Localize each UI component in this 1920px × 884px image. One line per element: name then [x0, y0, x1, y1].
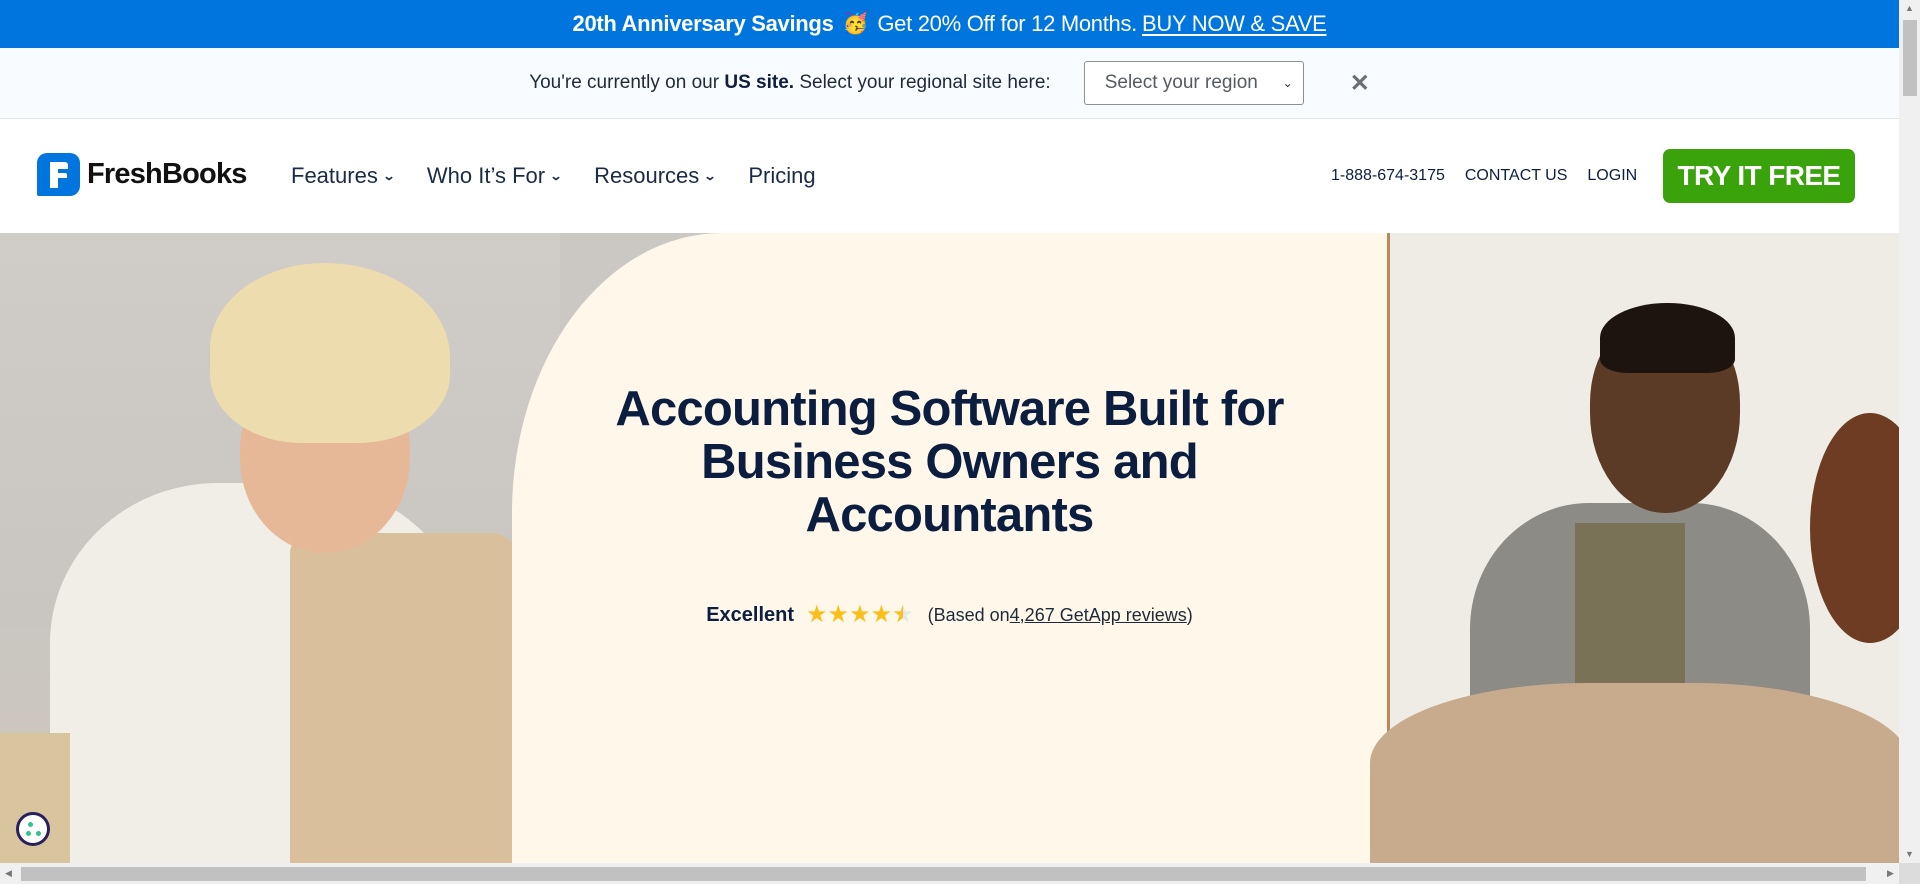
vertical-scroll-thumb[interactable]: [1903, 20, 1917, 96]
page-viewport: 20th Anniversary Savings 🥳 Get 20% Off f…: [0, 0, 1899, 863]
hero-photo-woman: [0, 233, 560, 863]
region-prefix: You're currently on our: [529, 72, 720, 93]
review-prefix: (Based on: [927, 604, 1010, 625]
horizontal-scroll-thumb[interactable]: [21, 867, 1866, 881]
nav-item-label: Resources: [594, 163, 700, 188]
contact-us-link[interactable]: CONTACT US: [1465, 167, 1568, 185]
region-select[interactable]: Select your region ⌄: [1083, 61, 1304, 105]
scrollbar-corner: [1899, 863, 1920, 884]
vertical-scrollbar[interactable]: ▲ ▼: [1899, 0, 1920, 863]
hero-section: Accounting Software Built for Business O…: [0, 233, 1899, 863]
nav-item-who-its-for[interactable]: Who It’s For ⌄: [426, 163, 563, 189]
hero-photo-team: [1370, 233, 1899, 863]
phone-link[interactable]: 1-888-674-3175: [1331, 167, 1445, 185]
chevron-down-icon: ⌄: [549, 169, 563, 183]
party-face-icon: 🥳: [842, 12, 869, 35]
scroll-down-arrow-icon[interactable]: ▼: [1899, 846, 1920, 863]
login-link[interactable]: LOGIN: [1587, 167, 1637, 185]
region-current-site: US site.: [724, 72, 795, 93]
review-suffix: ): [1186, 604, 1193, 625]
close-icon[interactable]: ✕: [1350, 69, 1370, 98]
star-icon: ★: [849, 601, 871, 628]
scroll-up-arrow-icon[interactable]: ▲: [1899, 0, 1920, 17]
nav-item-pricing[interactable]: Pricing: [748, 163, 815, 189]
region-suffix: Select your regional site here:: [799, 72, 1051, 93]
promo-headline: 20th Anniversary Savings: [572, 11, 834, 36]
chevron-down-icon: ⌄: [1282, 76, 1293, 90]
scroll-right-arrow-icon[interactable]: ▶: [1882, 863, 1899, 884]
headline-line: Accountants: [805, 488, 1095, 542]
chevron-down-icon: ⌄: [382, 169, 396, 183]
nav-right-links: 1-888-674-3175 CONTACT US LOGIN: [1331, 119, 1657, 233]
scroll-left-arrow-icon[interactable]: ◀: [0, 863, 17, 884]
nav-item-label: Features: [291, 163, 378, 188]
rating-stars: ★★★★★★: [806, 603, 914, 627]
brand-name: FreshBooks: [87, 158, 247, 190]
nav-item-label: Pricing: [748, 163, 816, 188]
hero-headline: Accounting Software Built for Business O…: [512, 383, 1387, 542]
hero-panel: [512, 233, 1387, 863]
nav-item-resources[interactable]: Resources ⌄: [594, 163, 717, 189]
chevron-down-icon: ⌄: [703, 169, 717, 183]
region-message: You're currently on our US site. Select …: [529, 72, 1051, 94]
cookie-settings-icon[interactable]: [16, 812, 50, 846]
promo-offer: Get 20% Off for 12 Months.: [877, 11, 1137, 36]
nav-item-label: Who It’s For: [426, 163, 546, 188]
region-bar: You're currently on our US site. Select …: [0, 48, 1899, 119]
getapp-reviews-link[interactable]: 4,267 GetApp reviews: [1010, 605, 1187, 626]
nav-item-features[interactable]: Features ⌄: [291, 163, 396, 189]
star-icon: ★: [870, 601, 893, 628]
headline-line: Business Owners and: [701, 435, 1199, 489]
buy-now-link[interactable]: BUY NOW & SAVE: [1142, 11, 1327, 37]
freshbooks-logo[interactable]: FreshBooks: [37, 153, 247, 196]
main-nav: FreshBooks Features ⌄ Who It’s For ⌄ Res…: [0, 119, 1899, 234]
headline-line: Accounting Software Built for: [615, 382, 1284, 436]
rating-row: Excellent ★★★★★★ (Based on 4,267 GetApp …: [512, 603, 1387, 627]
nav-menu: Features ⌄ Who It’s For ⌄ Resources ⌄ Pr…: [291, 119, 849, 233]
star-icon: ★★: [892, 601, 914, 628]
try-it-free-button[interactable]: TRY IT FREE: [1663, 149, 1855, 203]
star-icon: ★: [827, 601, 850, 628]
horizontal-scrollbar[interactable]: ◀ ▶: [0, 863, 1899, 884]
promo-banner: 20th Anniversary Savings 🥳 Get 20% Off f…: [0, 0, 1899, 48]
rating-label: Excellent: [706, 603, 795, 626]
freshbooks-logo-icon: [37, 153, 80, 196]
region-select-value: Select your region: [1104, 72, 1258, 93]
star-icon: ★: [806, 601, 828, 628]
